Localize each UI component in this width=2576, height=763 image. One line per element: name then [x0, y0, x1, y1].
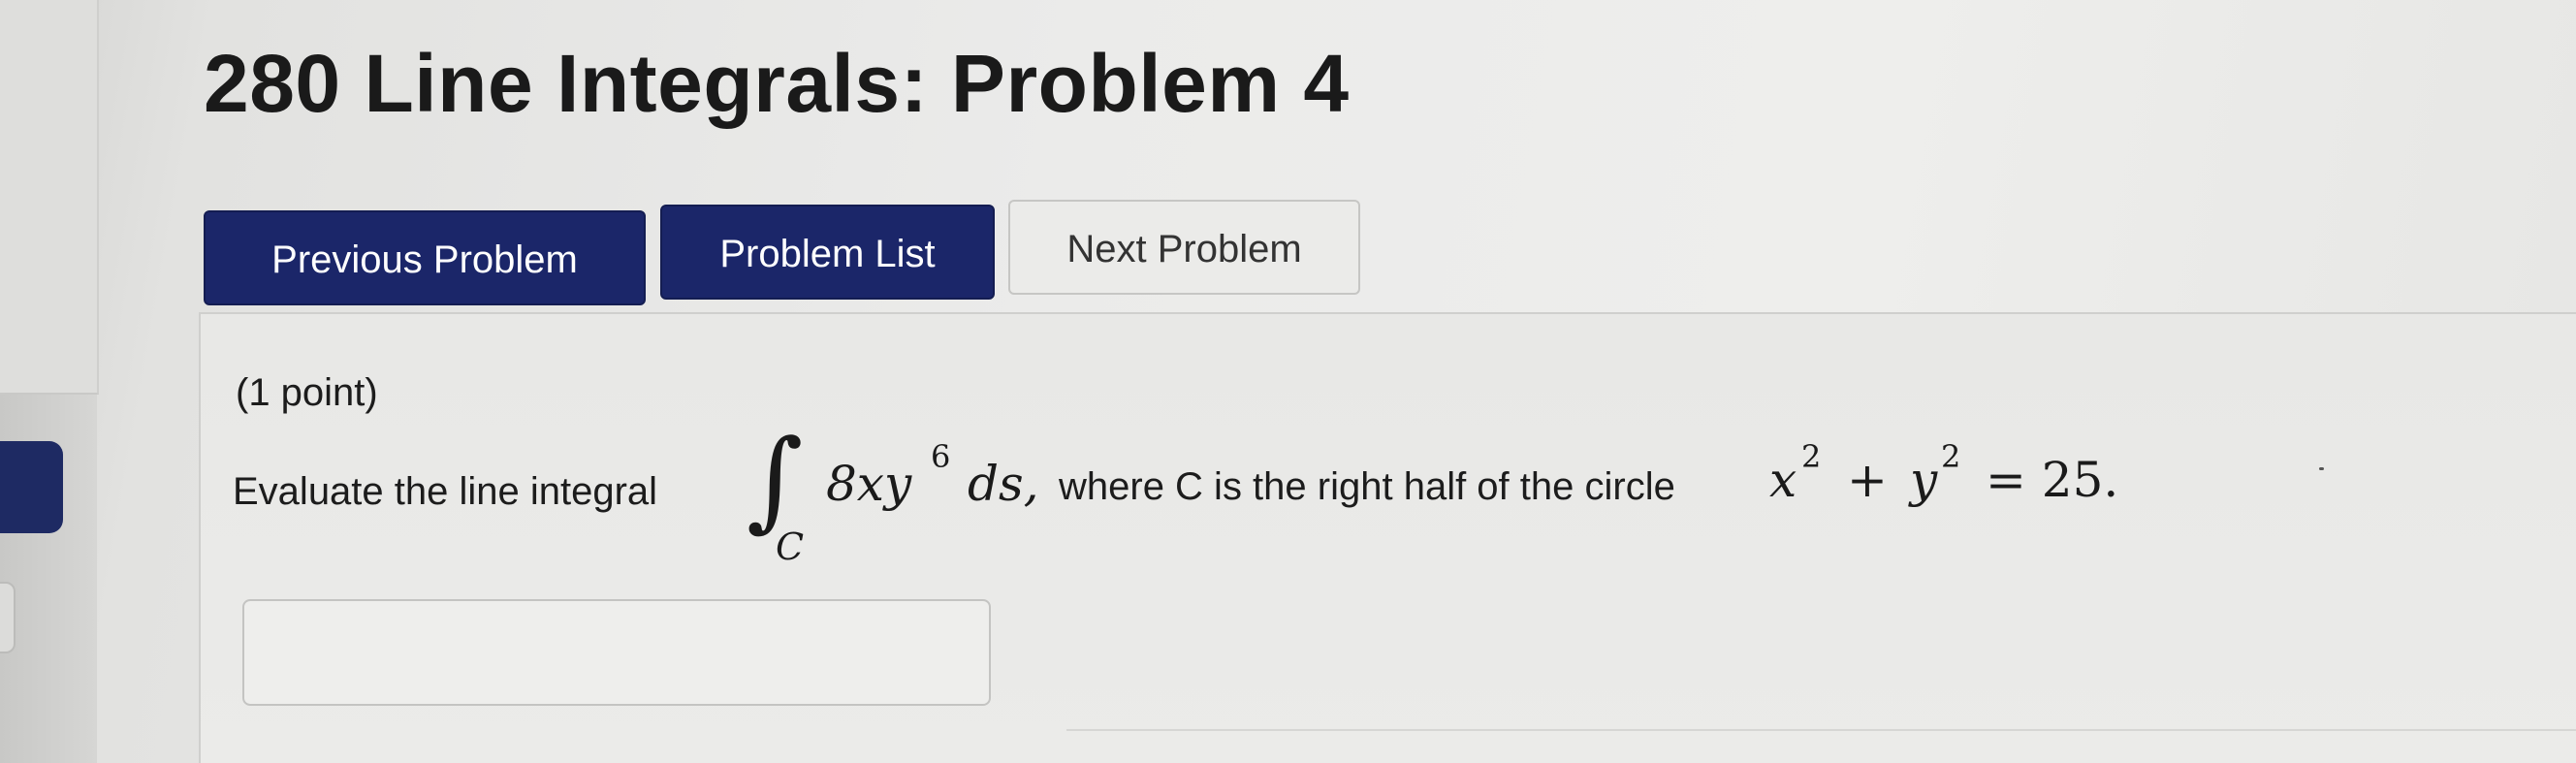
answer-input[interactable] — [242, 599, 991, 706]
equation-plus: + — [1847, 452, 1888, 508]
page-title: 280 Line Integrals: Problem 4 — [204, 38, 1350, 129]
problem-statement: Evaluate the line integral ∫ C 8xy 6 ds,… — [233, 417, 2172, 582]
left-sidebar-panel — [0, 0, 99, 395]
sidebar-tab[interactable] — [0, 441, 63, 533]
sidebar-handle[interactable] — [0, 582, 16, 653]
integrand: 8xy — [826, 456, 912, 512]
screen-speck — [2319, 467, 2324, 470]
integral-subscript: C — [776, 525, 805, 568]
problem-points: (1 point) — [236, 371, 378, 414]
equation-y-exponent: 2 — [1941, 438, 1961, 475]
divider — [1066, 729, 2576, 731]
previous-problem-button[interactable]: Previous Problem — [204, 210, 646, 305]
integrand-exponent: 6 — [931, 438, 951, 475]
next-problem-button[interactable]: Next Problem — [1008, 200, 1360, 295]
equation-rhs: = 25. — [1986, 452, 2119, 508]
problem-list-button[interactable]: Problem List — [660, 205, 995, 300]
equation-x-exponent: 2 — [1801, 438, 1822, 475]
prompt-text-before: Evaluate the line integral — [233, 470, 658, 513]
prompt-text-after: where C is the right half of the circle — [1059, 465, 1675, 508]
integrand-ds: ds, — [968, 456, 1039, 512]
equation-x: x — [1769, 452, 1797, 508]
equation-y: y — [1910, 452, 1938, 508]
integral-icon: ∫ — [747, 417, 804, 543]
